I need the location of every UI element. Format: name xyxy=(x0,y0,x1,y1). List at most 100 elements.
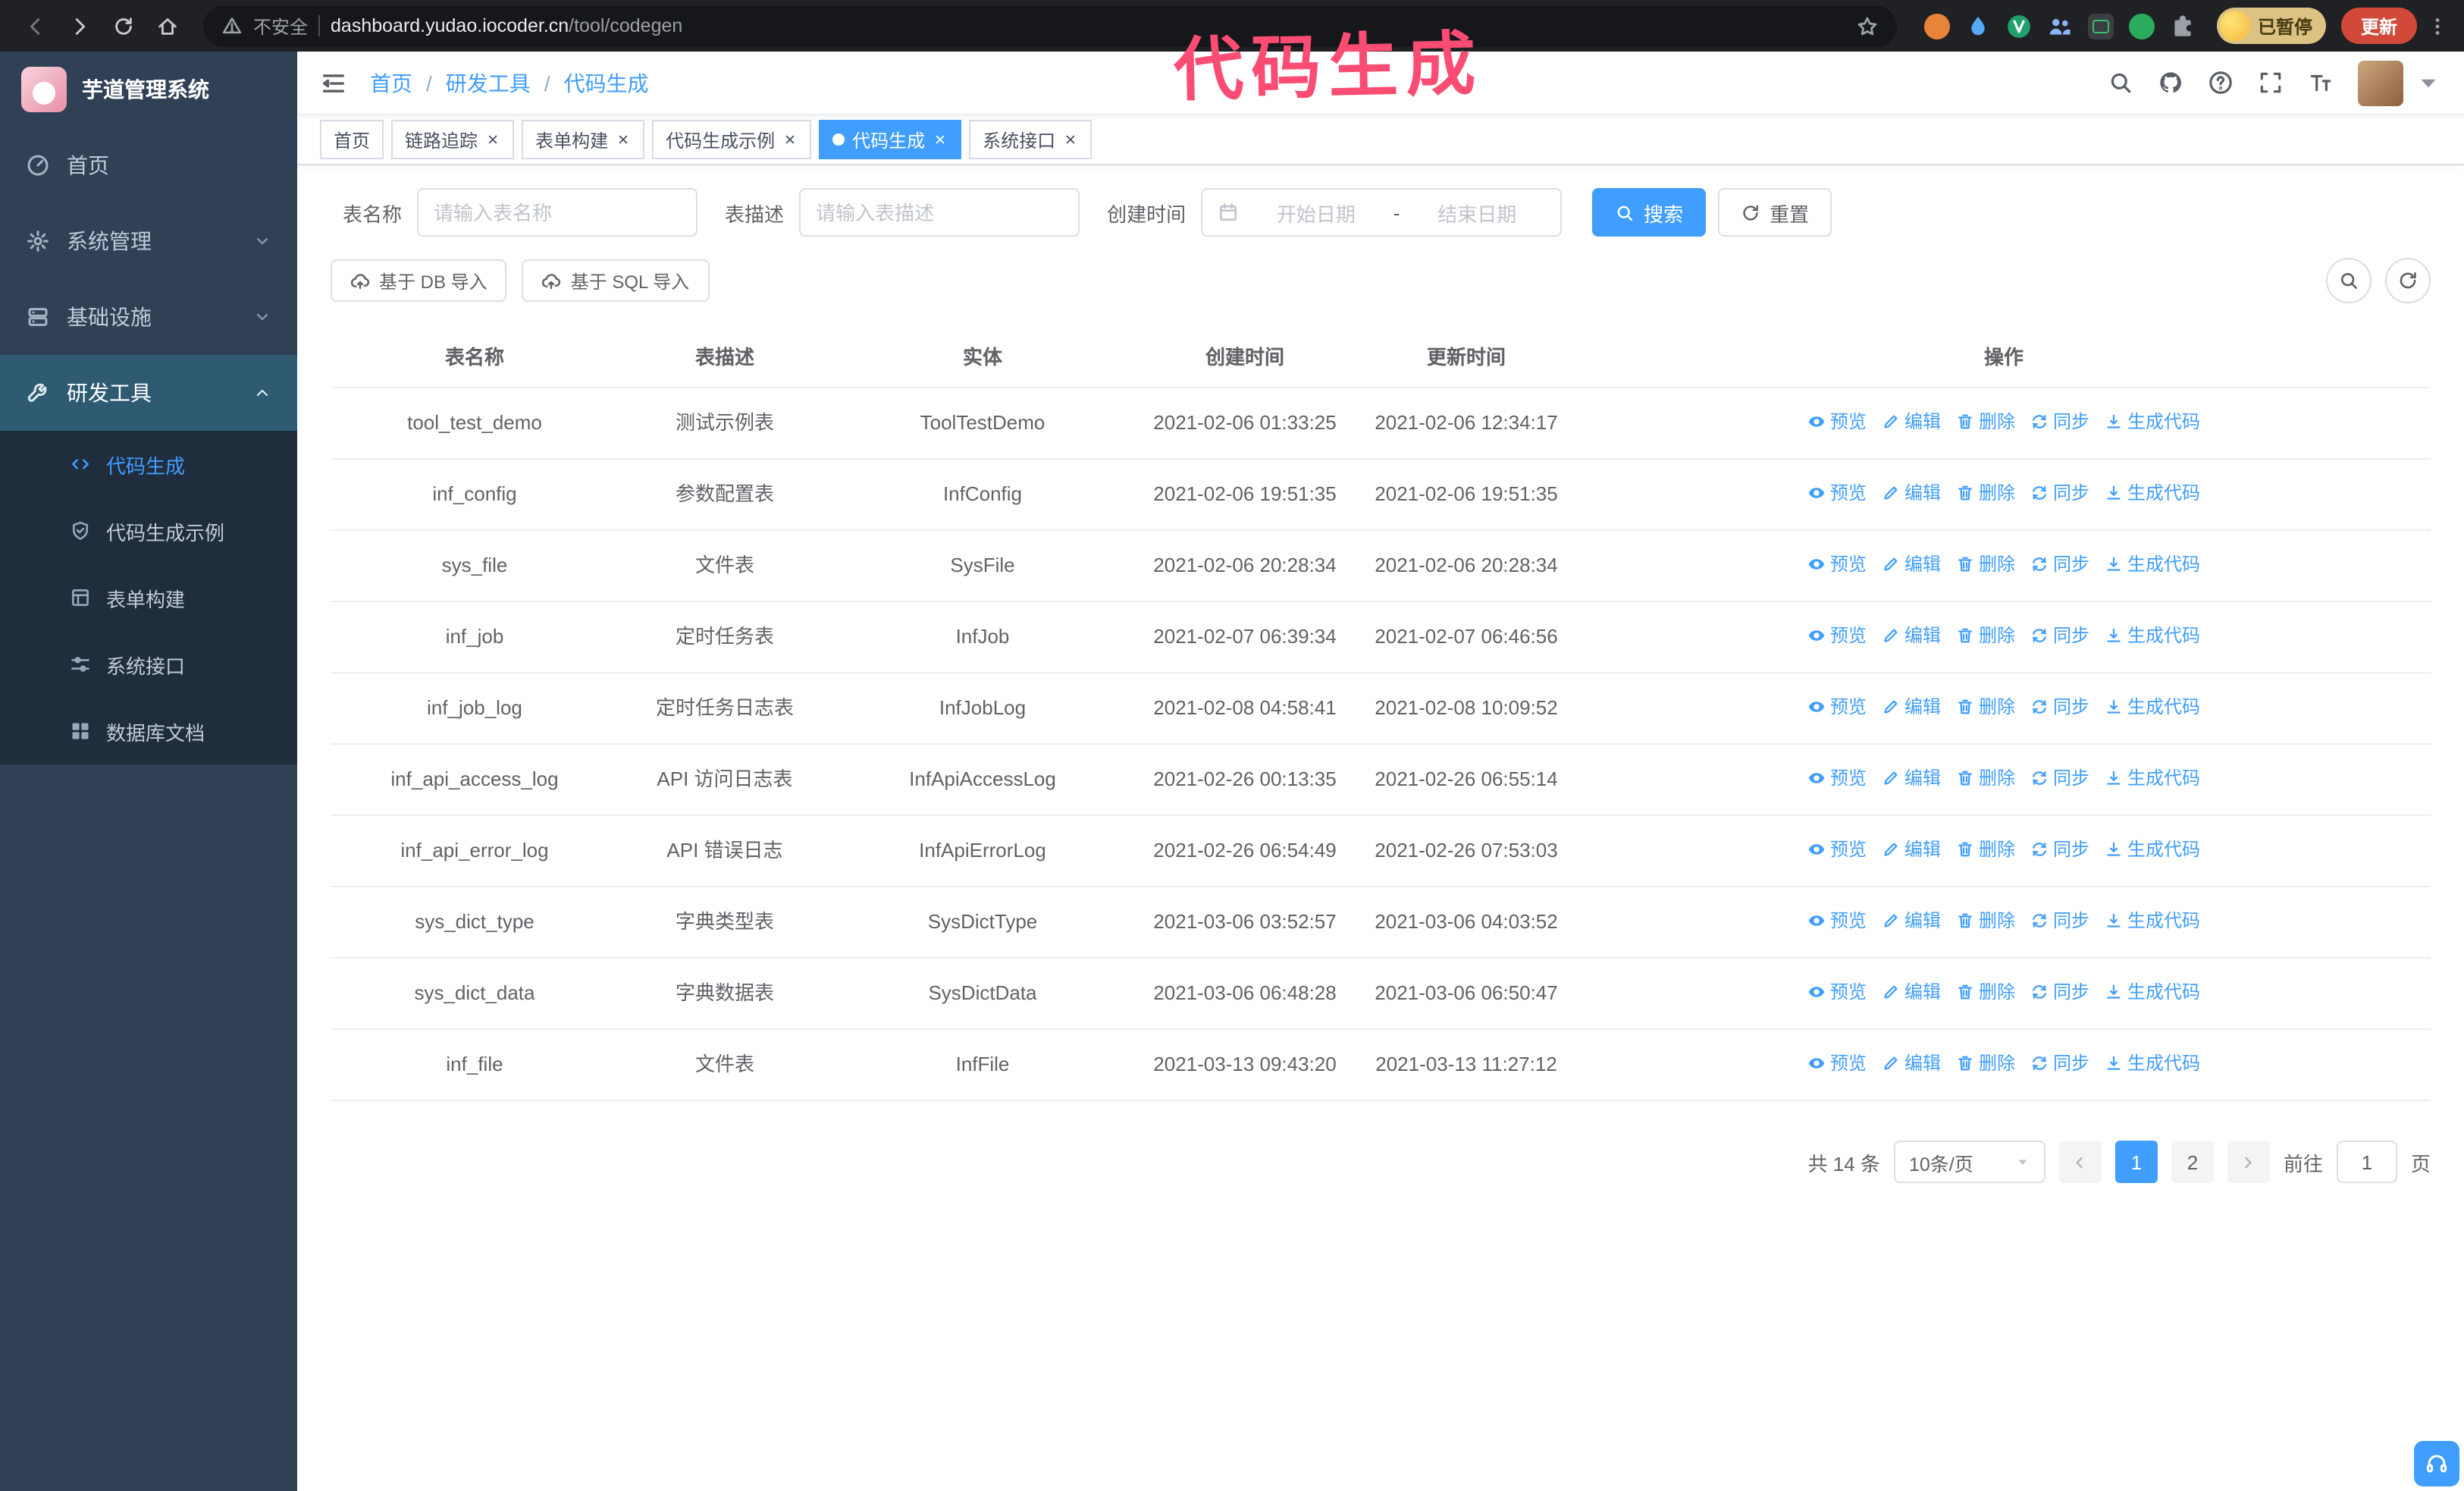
sync-link[interactable]: 同步 xyxy=(2030,548,2089,581)
generate-code-link[interactable]: 生成代码 xyxy=(2105,476,2200,510)
font-size-icon[interactable] xyxy=(2308,70,2334,96)
browser-back-button[interactable] xyxy=(15,5,56,46)
browser-home-button[interactable] xyxy=(147,5,188,46)
preview-link[interactable]: 预览 xyxy=(1807,690,1867,724)
tag-codegen-example[interactable]: 代码生成示例 xyxy=(652,120,812,159)
preview-link[interactable]: 预览 xyxy=(1807,975,1867,1009)
tag-form-builder[interactable]: 表单构建 xyxy=(522,120,645,159)
delete-link[interactable]: 删除 xyxy=(1956,1047,2015,1080)
delete-link[interactable]: 删除 xyxy=(1956,904,2015,937)
tag-close-icon[interactable] xyxy=(616,132,631,147)
delete-link[interactable]: 删除 xyxy=(1956,405,2015,438)
import-db-button[interactable]: 基于 DB 导入 xyxy=(331,259,507,302)
edit-link[interactable]: 编辑 xyxy=(1882,833,1941,866)
sync-link[interactable]: 同步 xyxy=(2030,690,2089,724)
sidebar-item-system[interactable]: 系统管理 xyxy=(0,203,297,279)
goto-page-input[interactable] xyxy=(2336,1141,2397,1183)
generate-code-link[interactable]: 生成代码 xyxy=(2105,833,2200,866)
chrome-update-button[interactable]: 更新 xyxy=(2340,8,2417,44)
sidebar-item-system-api[interactable]: 系统接口 xyxy=(0,631,297,698)
preview-link[interactable]: 预览 xyxy=(1807,833,1867,866)
generate-code-link[interactable]: 生成代码 xyxy=(2105,548,2200,581)
extension-icon[interactable] xyxy=(2087,13,2114,39)
toggle-search-button[interactable] xyxy=(2326,258,2372,303)
import-sql-button[interactable]: 基于 SQL 导入 xyxy=(522,259,710,302)
sync-link[interactable]: 同步 xyxy=(2030,904,2089,937)
sync-link[interactable]: 同步 xyxy=(2030,405,2089,438)
edit-link[interactable]: 编辑 xyxy=(1882,904,1941,937)
collapse-sidebar-icon[interactable] xyxy=(320,69,347,96)
help-icon[interactable] xyxy=(2208,70,2234,96)
delete-link[interactable]: 删除 xyxy=(1956,548,2015,581)
search-button[interactable]: 搜索 xyxy=(1592,188,1707,237)
sync-link[interactable]: 同步 xyxy=(2030,975,2089,1009)
tag-close-icon[interactable] xyxy=(1063,132,1078,147)
refresh-table-button[interactable] xyxy=(2385,258,2431,303)
edit-link[interactable]: 编辑 xyxy=(1882,1047,1941,1080)
prev-page-button[interactable] xyxy=(2058,1141,2102,1183)
delete-link[interactable]: 删除 xyxy=(1956,761,2015,795)
extensions-puzzle-icon[interactable] xyxy=(2170,13,2196,39)
sidebar-item-form-builder[interactable]: 表单构建 xyxy=(0,564,297,631)
profile-paused-badge[interactable]: 已暂停 xyxy=(2216,8,2326,44)
delete-link[interactable]: 删除 xyxy=(1956,476,2015,510)
edit-link[interactable]: 编辑 xyxy=(1882,476,1941,510)
extension-people-icon[interactable] xyxy=(2047,13,2073,39)
sidebar-item-codegen-example[interactable]: 代码生成示例 xyxy=(0,498,297,564)
reset-button[interactable]: 重置 xyxy=(1718,188,1832,237)
generate-code-link[interactable]: 生成代码 xyxy=(2105,904,2200,937)
preview-link[interactable]: 预览 xyxy=(1807,1047,1867,1080)
sync-link[interactable]: 同步 xyxy=(2030,761,2089,795)
generate-code-link[interactable]: 生成代码 xyxy=(2105,619,2200,652)
edit-link[interactable]: 编辑 xyxy=(1882,619,1941,652)
table-desc-input[interactable] xyxy=(799,188,1080,237)
extension-v-icon[interactable] xyxy=(2006,13,2032,39)
tag-system-api[interactable]: 系统接口 xyxy=(969,120,1092,159)
generate-code-link[interactable]: 生成代码 xyxy=(2105,405,2200,438)
delete-link[interactable]: 删除 xyxy=(1956,619,2015,652)
breadcrumb-home[interactable]: 首页 xyxy=(370,67,412,98)
create-time-range-picker[interactable]: 开始日期 - 结束日期 xyxy=(1201,188,1563,237)
tag-close-icon[interactable] xyxy=(933,132,948,147)
generate-code-link[interactable]: 生成代码 xyxy=(2105,975,2200,1009)
edit-link[interactable]: 编辑 xyxy=(1882,690,1941,724)
extension-icon[interactable] xyxy=(2128,13,2155,39)
page-button-1[interactable]: 1 xyxy=(2114,1141,2158,1183)
user-avatar[interactable] xyxy=(2358,60,2403,105)
generate-code-link[interactable]: 生成代码 xyxy=(2105,761,2200,795)
sidebar-item-home[interactable]: 首页 xyxy=(0,127,297,203)
address-bar[interactable]: 不安全 dashboard.yudao.iocoder.cn/tool/code… xyxy=(203,5,1897,46)
browser-reload-button[interactable] xyxy=(103,5,144,46)
github-icon[interactable] xyxy=(2158,70,2183,96)
generate-code-link[interactable]: 生成代码 xyxy=(2105,690,2200,724)
sync-link[interactable]: 同步 xyxy=(2030,833,2089,866)
generate-code-link[interactable]: 生成代码 xyxy=(2105,1047,2200,1080)
tag-codegen[interactable]: 代码生成 xyxy=(819,120,962,159)
delete-link[interactable]: 删除 xyxy=(1956,975,2015,1009)
browser-forward-button[interactable] xyxy=(59,5,100,46)
sync-link[interactable]: 同步 xyxy=(2030,476,2089,510)
tag-home[interactable]: 首页 xyxy=(320,120,384,159)
app-logo[interactable]: 芋道管理系统 xyxy=(0,52,297,127)
next-page-button[interactable] xyxy=(2227,1141,2270,1183)
page-size-select[interactable]: 10条/页 xyxy=(1893,1141,2045,1183)
delete-link[interactable]: 删除 xyxy=(1956,833,2015,866)
preview-link[interactable]: 预览 xyxy=(1807,548,1867,581)
sidebar-item-codegen[interactable]: 代码生成 xyxy=(0,431,297,498)
bookmark-star-icon[interactable] xyxy=(1856,14,1879,37)
sidebar-item-infrastructure[interactable]: 基础设施 xyxy=(0,279,297,355)
sidebar-item-db-doc[interactable]: 数据库文档 xyxy=(0,698,297,764)
sync-link[interactable]: 同步 xyxy=(2030,1047,2089,1080)
preview-link[interactable]: 预览 xyxy=(1807,619,1867,652)
preview-link[interactable]: 预览 xyxy=(1807,904,1867,937)
fullscreen-icon[interactable] xyxy=(2258,70,2284,96)
edit-link[interactable]: 编辑 xyxy=(1882,761,1941,795)
edit-link[interactable]: 编辑 xyxy=(1882,405,1941,438)
edit-link[interactable]: 编辑 xyxy=(1882,975,1941,1009)
breadcrumb-section[interactable]: 研发工具 xyxy=(446,67,531,98)
sidebar-item-dev-tools[interactable]: 研发工具 xyxy=(0,355,297,431)
delete-link[interactable]: 删除 xyxy=(1956,690,2015,724)
tag-close-icon[interactable] xyxy=(485,132,500,147)
caret-down-icon[interactable] xyxy=(2415,70,2441,96)
sync-link[interactable]: 同步 xyxy=(2030,619,2089,652)
